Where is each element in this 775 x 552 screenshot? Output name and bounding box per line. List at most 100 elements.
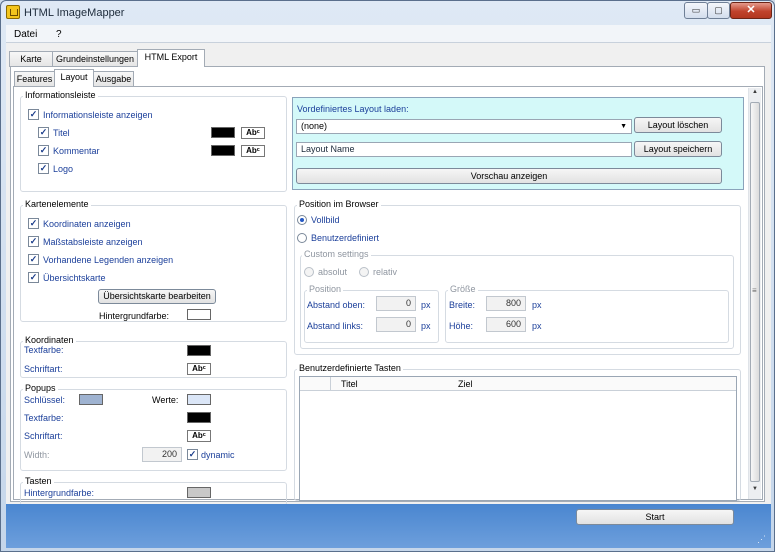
scroll-down-icon[interactable]: ▼ <box>752 486 758 492</box>
top-distance-label: Abstand oben: <box>307 300 366 310</box>
massstab-label: Maßstabsleiste anzeigen <box>43 237 143 247</box>
save-layout-button[interactable]: Layout speichern <box>634 141 722 157</box>
start-button[interactable]: Start <box>576 509 734 525</box>
kommentar-label: Kommentar <box>53 146 100 156</box>
tasten-title: Tasten <box>23 476 54 486</box>
height-field[interactable]: 600 <box>486 317 526 332</box>
tab-layout[interactable]: Layout <box>54 69 94 87</box>
absolute-label: absolut <box>318 267 348 277</box>
maximize-button[interactable]: ▢ <box>707 2 730 19</box>
titel-font-button[interactable]: Abᶜ <box>241 127 265 139</box>
titel-label: Titel <box>53 128 70 138</box>
checkmark-icon: ✓ <box>29 236 38 246</box>
column-divider <box>330 377 331 391</box>
overview-bg-label: Hintergrundfarbe: <box>99 311 170 321</box>
show-infobar-label: Informationsleiste anzeigen <box>43 110 153 120</box>
title-bar: HTML ImageMapper ▭ ▢ ✕ <box>1 1 774 25</box>
overview-bg-swatch[interactable] <box>187 309 211 320</box>
position-subgroup-title: Position <box>307 284 344 294</box>
massstab-checkbox[interactable]: ✓ <box>28 236 39 247</box>
preset-label: Vordefiniertes Layout laden: <box>297 104 409 114</box>
top-unit-label: px <box>421 300 431 310</box>
menu-datei[interactable]: Datei <box>14 29 37 40</box>
absolute-radio[interactable] <box>304 267 314 277</box>
tab-features[interactable]: Features <box>14 71 55 87</box>
popup-width-label: Width: <box>24 450 50 460</box>
column-titel[interactable]: Titel <box>341 379 358 389</box>
legenden-label: Vorhandene Legenden anzeigen <box>43 255 174 265</box>
relative-radio[interactable] <box>359 267 369 277</box>
delete-layout-button[interactable]: Layout löschen <box>634 117 722 133</box>
menu-bar: Datei ? <box>6 25 771 43</box>
dynamic-checkbox[interactable]: ✓ <box>187 449 198 460</box>
preset-selected: (none) <box>301 121 328 131</box>
top-distance-field[interactable]: 0 <box>376 296 416 311</box>
checkmark-icon: ✓ <box>188 449 197 459</box>
popup-key-swatch[interactable] <box>79 394 103 405</box>
koord-font-button[interactable]: Abᶜ <box>187 363 211 375</box>
menu-help[interactable]: ? <box>56 29 62 40</box>
window-title: HTML ImageMapper <box>24 7 125 19</box>
minimize-icon: ▭ <box>691 5 701 15</box>
layout-name-input[interactable]: Layout Name <box>296 142 632 157</box>
tab-html-export[interactable]: HTML Export <box>137 49 205 67</box>
titel-checkbox[interactable]: ✓ <box>38 127 49 138</box>
edit-overview-button[interactable]: Übersichtskarte bearbeiten <box>98 289 216 304</box>
kommentar-font-button[interactable]: Abᶜ <box>241 145 265 157</box>
koordinaten-checkbox[interactable]: ✓ <box>28 218 39 229</box>
checkmark-icon: ✓ <box>29 272 38 282</box>
popup-textcolor-swatch[interactable] <box>187 412 211 423</box>
minimize-button[interactable]: ▭ <box>684 2 708 19</box>
width-field[interactable]: 800 <box>486 296 526 311</box>
position-title: Position im Browser <box>297 199 381 209</box>
preset-dropdown[interactable]: (none) ▼ <box>296 119 632 134</box>
logo-checkbox[interactable]: ✓ <box>38 163 49 174</box>
custom-radio[interactable] <box>297 233 307 243</box>
width-label: Breite: <box>449 300 476 310</box>
dynamic-label: dynamic <box>201 450 235 460</box>
preview-button[interactable]: Vorschau anzeigen <box>296 168 722 184</box>
popups-title: Popups <box>23 383 58 393</box>
kommentar-color-swatch[interactable] <box>211 145 235 156</box>
fullscreen-radio[interactable] <box>297 215 307 225</box>
legenden-checkbox[interactable]: ✓ <box>28 254 39 265</box>
client-area: Karte Grundeinstellungen HTML Export Fea… <box>6 43 771 506</box>
close-button[interactable]: ✕ <box>730 2 772 19</box>
koordinaten-title: Koordinaten <box>23 335 76 345</box>
checkmark-icon: ✓ <box>29 254 38 264</box>
koord-textcolor-swatch[interactable] <box>187 345 211 356</box>
popup-values-swatch[interactable] <box>187 394 211 405</box>
tab-grundeinstellungen[interactable]: Grundeinstellungen <box>52 51 138 67</box>
show-infobar-checkbox[interactable]: ✓ <box>28 109 39 120</box>
column-ziel[interactable]: Ziel <box>458 379 473 389</box>
height-unit-label: px <box>532 321 542 331</box>
application-window: HTML ImageMapper ▭ ▢ ✕ Datei ? Karte Gru… <box>0 0 775 552</box>
tab-karte[interactable]: Karte <box>9 51 53 67</box>
relative-label: relativ <box>373 267 398 277</box>
resize-grip-icon[interactable]: ⋰ <box>757 534 766 545</box>
checkmark-icon: ✓ <box>29 109 38 119</box>
uebersichtskarte-label: Übersichtskarte <box>43 273 106 283</box>
custom-buttons-title: Benutzerdefinierte Tasten <box>297 363 403 373</box>
popup-key-label: Schlüssel: <box>24 395 66 405</box>
popup-font-button[interactable]: Abᶜ <box>187 430 211 442</box>
titel-color-swatch[interactable] <box>211 127 235 138</box>
tab-ausgabe[interactable]: Ausgabe <box>93 71 134 87</box>
custom-buttons-table[interactable]: Titel Ziel <box>299 376 737 501</box>
checkmark-icon: ✓ <box>39 127 48 137</box>
tasten-bg-swatch[interactable] <box>187 487 211 498</box>
kommentar-checkbox[interactable]: ✓ <box>38 145 49 156</box>
uebersichtskarte-checkbox[interactable]: ✓ <box>28 272 39 283</box>
left-distance-field[interactable]: 0 <box>376 317 416 332</box>
koord-textcolor-label: Textfarbe: <box>24 345 64 355</box>
informationsleiste-title: Informationsleiste <box>23 90 98 100</box>
scroll-up-icon[interactable]: ▲ <box>752 89 758 95</box>
grip-icon: ≡ <box>752 286 757 295</box>
checkmark-icon: ✓ <box>29 218 38 228</box>
popup-font-label: Schriftart: <box>24 431 63 441</box>
chevron-down-icon: ▼ <box>620 123 627 130</box>
vertical-scrollbar[interactable]: ▲ ≡ ▼ <box>748 88 761 499</box>
position-subgroup <box>304 290 439 343</box>
popup-width-field[interactable]: 200 <box>142 447 182 462</box>
scroll-thumb[interactable]: ≡ <box>750 102 760 482</box>
